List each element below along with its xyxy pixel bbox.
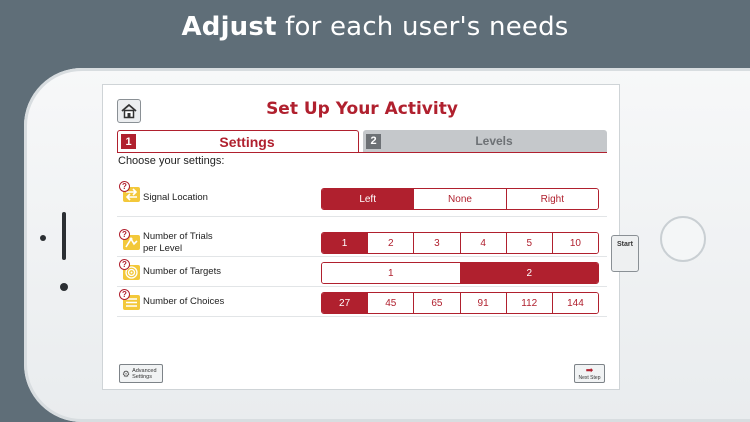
next-step-button[interactable]: ➡ Next Step (574, 364, 605, 383)
advanced-label-line2: Settings (132, 373, 152, 380)
trials-selector: 1 2 3 4 5 10 (321, 232, 599, 254)
setting-row-icon: ? (119, 181, 141, 205)
option-112[interactable]: 112 (506, 293, 553, 313)
advanced-settings-button[interactable]: ⚙ Advanced Settings (119, 364, 163, 383)
option-91[interactable]: 91 (460, 293, 507, 313)
tab-settings-label: Settings (219, 133, 275, 150)
option-3[interactable]: 3 (414, 233, 461, 253)
phone-sensor-dot (40, 235, 46, 241)
headline-rest: for each user's needs (285, 12, 569, 42)
targets-selector: 1 2 (321, 262, 599, 284)
app-screen: Set Up Your Activity 1 Settings 2 Levels… (102, 84, 620, 390)
option-144[interactable]: 144 (552, 293, 598, 313)
setting-label-line2: per Level (143, 243, 183, 254)
setting-row-signal-location: ? Signal Location Left None Right (117, 177, 607, 217)
gear-icon: ⚙ (122, 368, 131, 379)
option-5[interactable]: 5 (506, 233, 553, 253)
option-1[interactable]: 1 (322, 263, 461, 283)
start-button[interactable]: Start (611, 235, 639, 272)
tab-levels[interactable]: 2 Levels (363, 130, 607, 152)
help-icon[interactable]: ? (119, 259, 130, 270)
setting-label: Number of Targets (143, 266, 221, 277)
headline-bold: Adjust (181, 12, 277, 42)
setting-row-choices: ? Number of Choices 27 45 65 91 112 144 (117, 287, 607, 317)
setting-row-icon: ? (119, 289, 141, 313)
option-none[interactable]: None (414, 189, 507, 209)
signal-location-selector: Left None Right (321, 188, 599, 210)
tab-divider (117, 152, 607, 153)
setting-label: Number of Choices (143, 296, 225, 307)
option-right[interactable]: Right (506, 189, 598, 209)
phone-home-button[interactable] (660, 216, 706, 262)
option-left[interactable]: Left (322, 189, 415, 209)
setting-row-icon: ? (119, 259, 141, 283)
option-2[interactable]: 2 (368, 233, 415, 253)
start-label: Start (617, 241, 633, 248)
option-65[interactable]: 65 (414, 293, 461, 313)
setting-label: Signal Location (143, 192, 208, 203)
tab-settings-number: 1 (121, 134, 136, 149)
phone-camera (60, 283, 68, 291)
next-step-label: Next Step (578, 375, 601, 381)
tab-levels-number: 2 (366, 133, 381, 149)
arrow-right-icon: ➡ (585, 365, 594, 375)
advanced-settings-label: Advanced Settings (132, 368, 156, 380)
option-27[interactable]: 27 (322, 293, 369, 313)
setting-row-icon: ? (119, 229, 141, 253)
option-2[interactable]: 2 (460, 263, 598, 283)
help-icon[interactable]: ? (119, 229, 130, 240)
option-45[interactable]: 45 (368, 293, 415, 313)
option-10[interactable]: 10 (552, 233, 598, 253)
setting-label-line1: Number of Trials (143, 231, 213, 242)
tab-levels-label: Levels (475, 134, 513, 148)
tab-settings[interactable]: 1 Settings (117, 130, 359, 152)
choices-selector: 27 45 65 91 112 144 (321, 292, 599, 314)
page-title: Set Up Your Activity (266, 99, 458, 119)
settings-prompt: Choose your settings: (118, 155, 225, 167)
option-1[interactable]: 1 (322, 233, 369, 253)
option-4[interactable]: 4 (460, 233, 507, 253)
help-icon[interactable]: ? (119, 181, 130, 192)
setting-label: Number of Trials per Level (143, 231, 213, 255)
setting-row-trials: ? Number of Trials per Level 1 2 3 4 5 1… (117, 227, 607, 257)
headline: Adjust for each user's needs (0, 12, 750, 42)
help-icon[interactable]: ? (119, 289, 130, 300)
setting-row-targets: ? Number of Targets 1 2 (117, 257, 607, 287)
phone-speaker-slot (62, 212, 66, 260)
